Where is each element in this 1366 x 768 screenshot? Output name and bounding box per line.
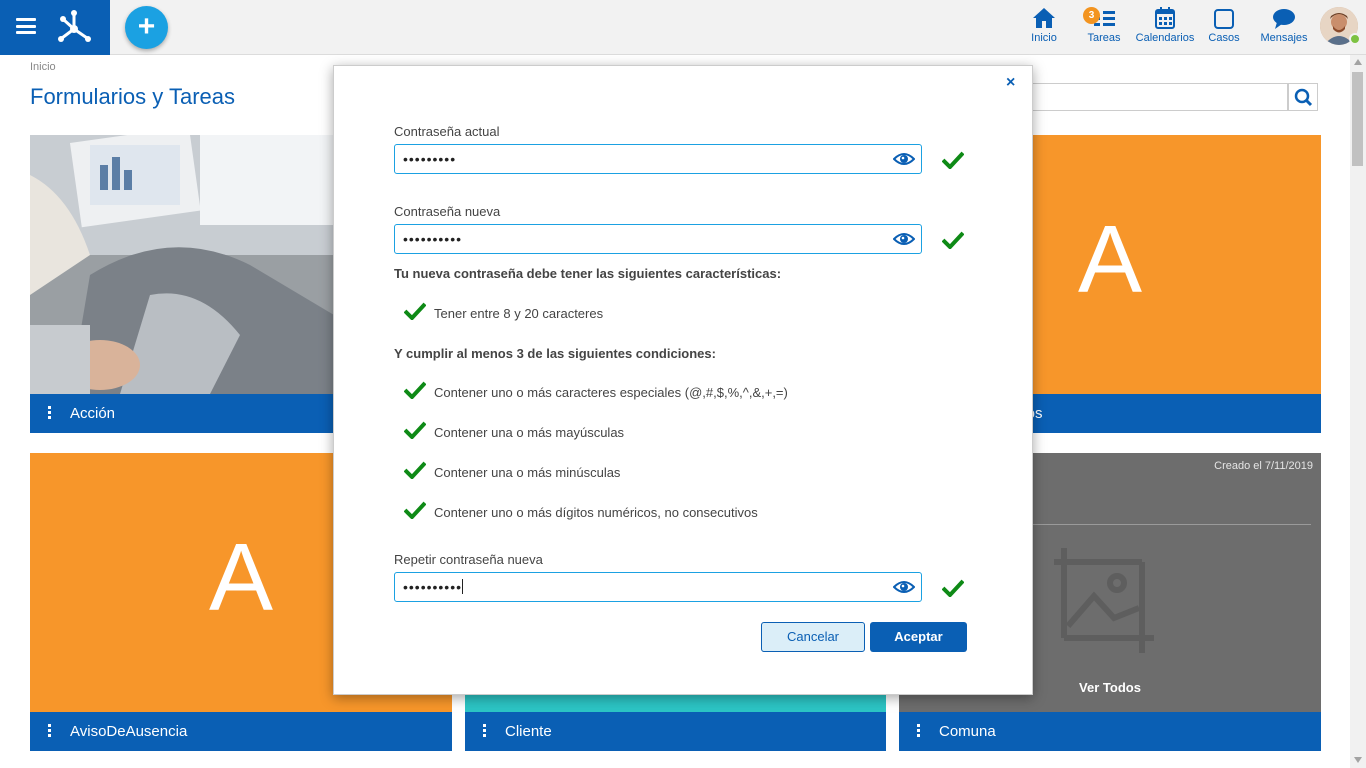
card-title-bar: Comuna — [899, 712, 1321, 751]
online-status-icon — [1349, 33, 1361, 45]
brand-area — [0, 0, 110, 55]
more-options-icon[interactable] — [48, 724, 51, 739]
scroll-down-icon[interactable] — [1353, 756, 1363, 764]
card-accion[interactable]: Acción — [30, 135, 334, 433]
search-button[interactable] — [1288, 83, 1318, 111]
messages-icon — [1273, 9, 1295, 29]
repeat-password-field[interactable]: •••••••••• — [394, 572, 922, 602]
nav-label: Mensajes — [1260, 32, 1308, 44]
add-button[interactable]: + — [125, 6, 168, 49]
created-date: Creado el 7/11/2019 — [1214, 460, 1313, 472]
nav-calendarios[interactable]: Calendarios — [1134, 6, 1196, 44]
card-title-bar: AvisoDeAusencia — [30, 712, 452, 751]
scroll-up-icon[interactable] — [1353, 58, 1363, 66]
search-icon — [1294, 88, 1313, 107]
check-icon — [404, 302, 426, 320]
new-password-value: •••••••••• — [403, 231, 463, 247]
calendar-icon — [1155, 7, 1175, 29]
requirement-special: Contener uno o más caracteres especiales… — [434, 385, 788, 400]
repeat-password-label: Repetir contraseña nueva — [394, 552, 543, 567]
card-label: AvisoDeAusencia — [70, 723, 188, 740]
current-password-field[interactable]: ••••••••• — [394, 144, 922, 174]
requirement-digits: Contener uno o más dígitos numéricos, no… — [434, 505, 758, 520]
more-options-icon[interactable] — [917, 724, 920, 739]
requirements-heading: Tu nueva contraseña debe tener las sigui… — [394, 266, 782, 281]
nav-label: Calendarios — [1135, 32, 1195, 44]
card-title-bar: Acción — [30, 394, 334, 433]
requirement-lower: Contener una o más minúsculas — [434, 465, 621, 480]
card-label: Comuna — [939, 723, 996, 740]
nav-casos[interactable]: Casos — [1207, 6, 1241, 44]
check-icon — [942, 579, 964, 597]
top-bar: + Inicio Tareas 3 Calendarios Casos Mens… — [0, 0, 1366, 55]
card-label: Cliente — [505, 723, 552, 740]
search-input[interactable] — [1000, 83, 1288, 111]
new-password-label: Contraseña nueva — [394, 204, 501, 219]
nav-inicio[interactable]: Inicio — [1028, 6, 1060, 44]
cancel-button[interactable]: Cancelar — [761, 622, 865, 652]
logo-icon[interactable] — [56, 8, 92, 44]
menu-icon[interactable] — [16, 18, 36, 34]
card-image — [30, 135, 334, 394]
eye-icon[interactable] — [893, 151, 915, 167]
check-icon — [404, 501, 426, 519]
change-password-dialog: × Contraseña actual ••••••••• Contraseña… — [333, 65, 1033, 695]
check-icon — [942, 151, 964, 169]
nav-label: Casos — [1208, 32, 1240, 44]
check-icon — [942, 231, 964, 249]
home-icon — [1033, 8, 1055, 28]
more-options-icon[interactable] — [483, 724, 486, 739]
nav-label: Tareas — [1087, 32, 1121, 44]
breadcrumb[interactable]: Inicio — [30, 61, 56, 73]
cases-icon — [1214, 9, 1234, 29]
eye-icon[interactable] — [893, 231, 915, 247]
current-password-value: ••••••••• — [403, 151, 457, 167]
accept-button[interactable]: Aceptar — [870, 622, 967, 652]
nav-label: Inicio — [1031, 32, 1057, 44]
text-caret — [462, 579, 464, 594]
eye-icon[interactable] — [893, 579, 915, 595]
conditions-heading: Y cumplir al menos 3 de las siguientes c… — [394, 346, 716, 361]
check-icon — [404, 461, 426, 479]
repeat-password-value: •••••••••• — [403, 579, 463, 595]
card-label: Acción — [70, 405, 116, 422]
nav-mensajes[interactable]: Mensajes — [1259, 6, 1309, 44]
more-options-icon[interactable] — [48, 406, 51, 421]
image-placeholder-icon — [1054, 548, 1154, 653]
page-title: Formularios y Tareas — [30, 84, 235, 109]
check-icon — [404, 381, 426, 399]
close-icon[interactable]: × — [1006, 74, 1015, 92]
divider — [1024, 524, 1311, 525]
requirement-upper: Contener una o más mayúsculas — [434, 425, 625, 440]
check-icon — [404, 421, 426, 439]
tasks-badge: 3 — [1083, 7, 1100, 24]
scrollbar-thumb[interactable] — [1352, 72, 1363, 166]
new-password-field[interactable]: •••••••••• — [394, 224, 922, 254]
requirement-length: Tener entre 8 y 20 caracteres — [434, 306, 604, 321]
current-password-label: Contraseña actual — [394, 124, 500, 139]
card-title-bar: Cliente — [465, 712, 886, 751]
